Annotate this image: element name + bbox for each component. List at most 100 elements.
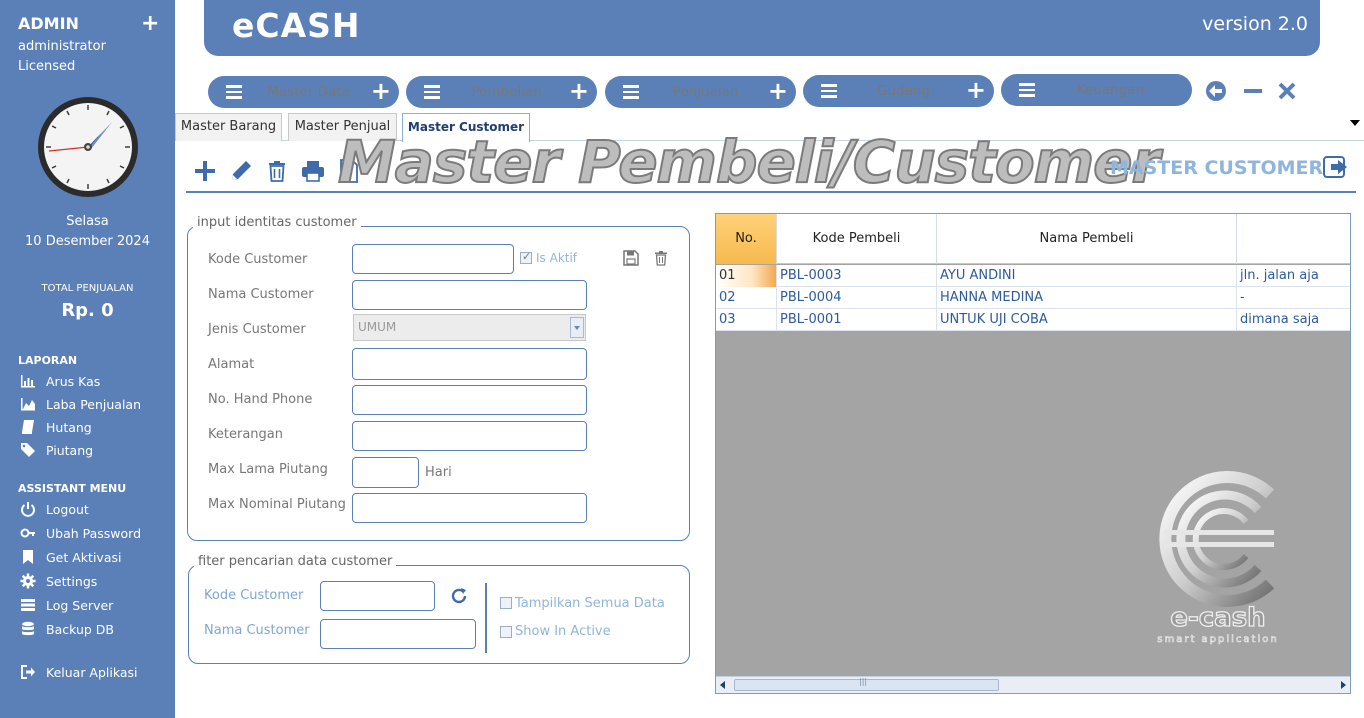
- close-icon[interactable]: [1278, 82, 1296, 100]
- sidebar-item-log-server[interactable]: Log Server: [18, 595, 113, 615]
- sidebar-item-label: Keluar Aplikasi: [46, 664, 138, 680]
- max-lama-piutang-label: Max Lama Piutang: [208, 462, 328, 477]
- sidebar-item-backup-db[interactable]: Backup DB: [18, 619, 114, 639]
- column-header-kode[interactable]: Kode Pembeli: [777, 214, 937, 264]
- menu-gudang[interactable]: Gudang +: [803, 75, 994, 107]
- database-icon: [18, 621, 38, 637]
- sidebar-item-ubah-password[interactable]: Ubah Password: [18, 523, 141, 543]
- kode-customer-input[interactable]: [352, 244, 514, 274]
- minimize-icon[interactable]: [1243, 80, 1263, 102]
- show-inactive-checkbox[interactable]: [500, 626, 512, 638]
- table-row[interactable]: 03 PBL-0001 UNTUK UJI COBA dimana saja: [716, 309, 1350, 331]
- jenis-customer-label: Jenis Customer: [208, 322, 306, 337]
- is-aktif-label: Is Aktif: [536, 251, 578, 265]
- sign-out-icon: [18, 664, 38, 680]
- tab-master-penjual[interactable]: Master Penjual: [288, 113, 397, 141]
- menu-penjualan[interactable]: Penjualan +: [605, 76, 796, 108]
- cell-kode: PBL-0001: [777, 309, 937, 331]
- print-icon[interactable]: [300, 158, 326, 184]
- cell-nama: UNTUK UJI COBA: [937, 309, 1237, 331]
- sidebar-item-piutang[interactable]: Piutang: [18, 440, 93, 460]
- identity-legend: input identitas customer: [193, 215, 361, 230]
- license-status: Licensed: [18, 59, 76, 74]
- sidebar-item-get-aktivasi[interactable]: Get Aktivasi: [18, 547, 121, 567]
- column-header-no[interactable]: No.: [716, 214, 777, 264]
- scroll-thumb[interactable]: [734, 677, 999, 691]
- svg-text:X: X: [344, 171, 352, 182]
- sidebar-item-hutang[interactable]: Hutang: [18, 417, 92, 437]
- sidebar: ADMIN + administrator Licensed Selasa 10…: [0, 0, 175, 718]
- table-row[interactable]: 02 PBL-0004 HANNA MEDINA -: [716, 287, 1350, 309]
- alamat-input[interactable]: [352, 348, 587, 380]
- back-icon[interactable]: [1205, 80, 1227, 102]
- ecash-logo: e-cash smart application: [1157, 471, 1278, 645]
- jenis-customer-value: UMUM: [358, 320, 397, 334]
- user-name: ADMIN: [18, 14, 79, 33]
- table-row[interactable]: 01 PBL-0003 AYU ANDINI jln. jalan aja: [716, 265, 1350, 287]
- menu-label: Pembelian: [471, 84, 542, 100]
- chevron-down-icon: [570, 317, 584, 338]
- tab-master-customer[interactable]: Master Customer: [402, 113, 530, 142]
- plus-icon: +: [370, 77, 391, 105]
- jenis-customer-select[interactable]: UMUM: [353, 314, 586, 341]
- hamburger-icon: [1019, 83, 1035, 97]
- cell-nama: AYU ANDINI: [937, 265, 1237, 287]
- menu-keuangan[interactable]: Keuangan: [1001, 74, 1192, 106]
- save-icon[interactable]: [623, 250, 639, 266]
- scroll-left-icon[interactable]: [720, 681, 725, 689]
- app-version: version 2.0: [1202, 13, 1308, 35]
- user-role: administrator: [18, 39, 106, 54]
- refresh-icon[interactable]: [450, 587, 468, 605]
- cell-kode: PBL-0004: [777, 287, 937, 309]
- assistant-heading: ASSISTANT MENU: [18, 482, 127, 495]
- keterangan-input[interactable]: [352, 421, 587, 451]
- menu-pembelian[interactable]: Pembelian +: [406, 76, 597, 108]
- analog-clock: [38, 97, 138, 197]
- scroll-right-icon[interactable]: [1341, 681, 1346, 689]
- sidebar-item-label: Arus Kas: [46, 373, 101, 389]
- gear-icon: [18, 573, 38, 589]
- sidebar-expand-button[interactable]: +: [141, 12, 159, 36]
- tab-master-barang[interactable]: Master Barang: [175, 113, 282, 141]
- delete-icon[interactable]: [264, 158, 290, 184]
- logo-tagline: smart application: [1157, 634, 1278, 645]
- nama-customer-input[interactable]: [352, 280, 587, 310]
- key-icon: [18, 525, 38, 541]
- cell-alamat: jln. jalan aja: [1240, 268, 1319, 283]
- bookmark-icon: [18, 549, 38, 565]
- area-chart-icon: [18, 396, 38, 412]
- sidebar-item-logout[interactable]: Logout: [18, 499, 89, 519]
- cell-alamat: -: [1240, 290, 1245, 305]
- column-header-nama[interactable]: Nama Pembeli: [937, 214, 1237, 264]
- filter-nama-label: Nama Customer: [204, 623, 310, 638]
- sidebar-item-label: Hutang: [46, 419, 92, 435]
- is-aktif-checkbox[interactable]: [520, 250, 532, 264]
- tab-list-dropdown[interactable]: [1350, 120, 1360, 126]
- filter-nama-input[interactable]: [320, 619, 476, 649]
- server-icon: [18, 597, 38, 613]
- max-nominal-piutang-input[interactable]: [352, 493, 587, 523]
- sidebar-item-settings[interactable]: Settings: [18, 571, 97, 591]
- add-icon[interactable]: [192, 158, 218, 184]
- sidebar-item-keluar-aplikasi[interactable]: Keluar Aplikasi: [18, 662, 138, 682]
- trash-icon[interactable]: [653, 250, 669, 266]
- hand-phone-input[interactable]: [352, 385, 587, 415]
- excel-export-icon[interactable]: X: [336, 158, 362, 184]
- filter-kode-label: Kode Customer: [204, 588, 304, 603]
- plus-icon: +: [767, 77, 788, 105]
- hamburger-icon: [226, 85, 242, 99]
- horizontal-scrollbar[interactable]: [716, 676, 1350, 693]
- max-lama-piutang-input[interactable]: [352, 457, 419, 488]
- edit-icon[interactable]: [228, 158, 254, 184]
- show-all-checkbox[interactable]: [500, 597, 512, 609]
- toolbar-divider: [186, 191, 1356, 193]
- sidebar-item-laba-penjualan[interactable]: Laba Penjualan: [18, 394, 141, 414]
- bar-chart-icon: [18, 373, 38, 389]
- column-header-alamat[interactable]: [1237, 214, 1350, 264]
- nama-customer-label: Nama Customer: [208, 287, 314, 302]
- sidebar-item-arus-kas[interactable]: Arus Kas: [18, 371, 100, 391]
- menu-master-data[interactable]: Master Data +: [208, 76, 399, 108]
- form-title: MASTER CUSTOMER: [1110, 157, 1324, 179]
- exit-form-icon[interactable]: [1323, 155, 1351, 179]
- filter-kode-input[interactable]: [320, 581, 435, 611]
